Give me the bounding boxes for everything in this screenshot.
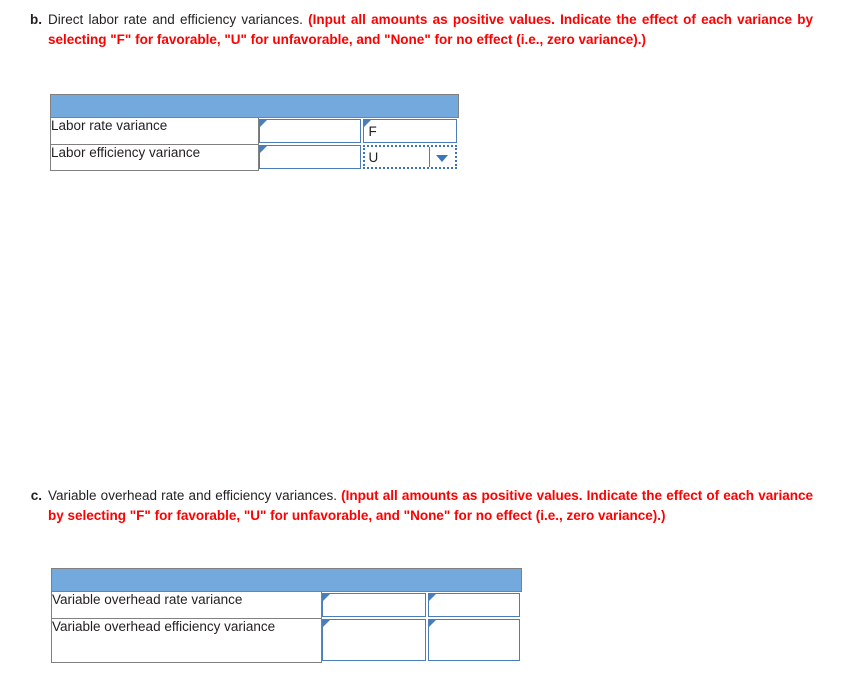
question-c: c. Variable overhead rate and efficiency… [28,486,818,525]
labor-efficiency-effect-dropdown[interactable]: U [362,145,457,169]
row-label-vo-efficiency-variance: Variable overhead efficiency variance [51,617,322,663]
labor-rate-effect-value: F [368,124,377,139]
question-b-text: Direct labor rate and efficiency varianc… [48,10,813,49]
labor-efficiency-effect-cell: U [362,144,459,170]
dropdown-separator [428,147,430,167]
vo-efficiency-effect-input[interactable] [427,619,520,661]
table-row: Variable overhead efficiency variance [51,617,522,663]
labor-efficiency-amount-input[interactable] [259,145,361,169]
table-row: Variable overhead rate variance [51,591,522,619]
variable-overhead-variance-table: Variable overhead rate variance Variable… [50,568,523,663]
cell-corner-marker-icon [428,620,436,627]
row-label-labor-rate-variance: Labor rate variance [50,117,259,145]
table-header-row [50,568,523,592]
question-c-letter: c. [30,488,42,503]
vo-rate-effect-input[interactable] [427,593,520,617]
cell-corner-marker-icon [323,620,330,627]
row-label-labor-efficiency-variance: Labor efficiency variance [50,143,259,171]
table-row: Labor rate variance F [50,117,459,145]
labor-rate-effect-input[interactable]: F [362,119,457,143]
vo-rate-effect-cell [427,591,522,618]
vo-efficiency-amount-input[interactable] [322,619,426,661]
vo-efficiency-effect-cell [427,618,522,662]
question-b-letter: b. [30,12,42,27]
vo-rate-amount-input[interactable] [322,593,426,617]
labor-variance-table: Labor rate variance F Labor efficiency v… [49,94,460,171]
cell-corner-marker-icon [260,120,267,127]
cell-corner-marker-icon [428,594,436,601]
row-label-vo-rate-variance: Variable overhead rate variance [51,591,322,619]
labor-rate-amount-input[interactable] [259,119,361,143]
table-header-row [49,94,460,118]
question-c-text: Variable overhead rate and efficiency va… [48,486,813,525]
labor-efficiency-effect-value: U [368,150,379,165]
question-b-prompt: Direct labor rate and efficiency varianc… [48,12,303,27]
chevron-down-icon[interactable] [435,155,448,162]
table-row: Labor efficiency variance U [50,143,459,171]
question-b: b. Direct labor rate and efficiency vari… [28,10,818,49]
question-c-prompt: Variable overhead rate and efficiency va… [48,488,337,503]
labor-rate-amount-cell [258,117,363,144]
overhead-table-header-bar [50,568,523,592]
vo-rate-amount-cell [321,591,428,618]
cell-corner-marker-icon [323,594,330,601]
labor-efficiency-amount-cell [258,144,363,170]
labor-rate-effect-cell: F [362,117,459,144]
labor-table-header-bar [49,94,460,118]
vo-efficiency-amount-cell [321,618,428,662]
cell-corner-marker-icon [260,146,267,153]
